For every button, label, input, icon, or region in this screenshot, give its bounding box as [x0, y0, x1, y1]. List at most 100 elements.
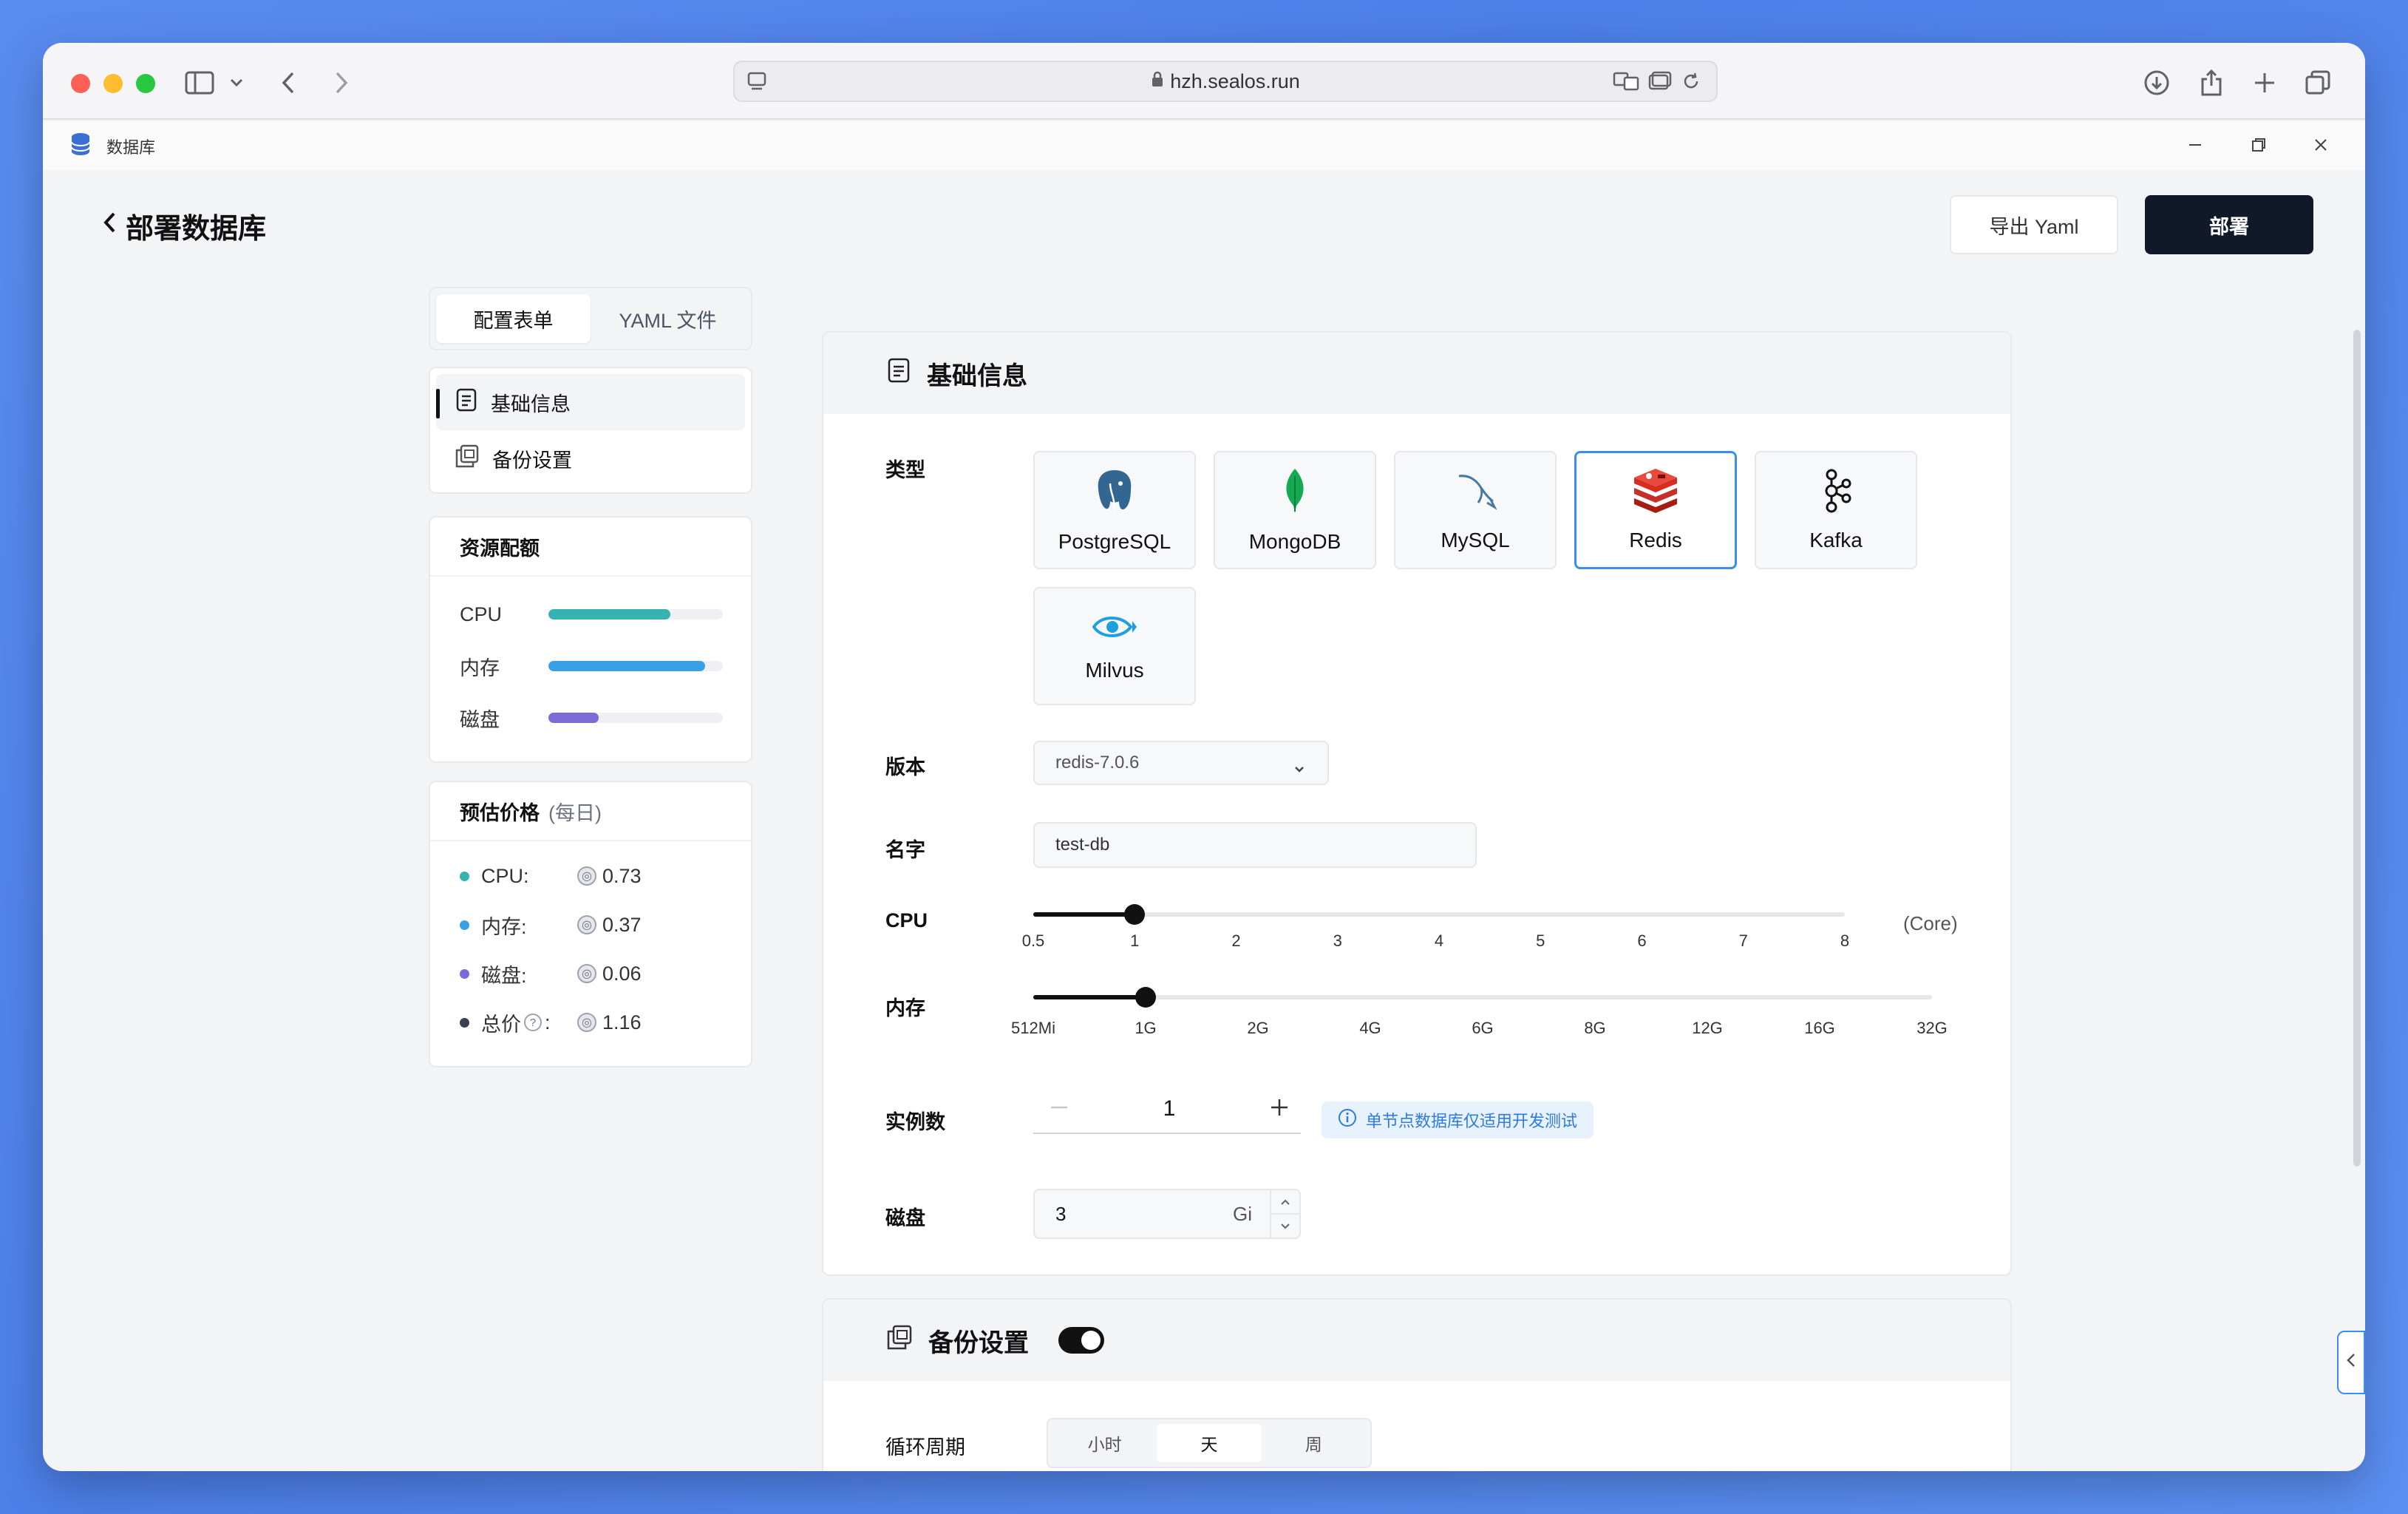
- browser-toolbar: hzh.sealos.run: [43, 43, 2365, 120]
- cpu-slider-track[interactable]: [1033, 912, 1845, 917]
- maximize-window-button[interactable]: [136, 74, 155, 93]
- minimize-app-icon[interactable]: [2186, 136, 2204, 157]
- restore-app-icon[interactable]: [2250, 136, 2268, 157]
- memory-slider-track[interactable]: [1033, 995, 1932, 999]
- info-icon: [1338, 1108, 1357, 1132]
- deploy-button[interactable]: 部署: [2145, 195, 2313, 254]
- memory-label: 内存: [885, 997, 925, 1019]
- section-title: 备份设置: [928, 1328, 1029, 1357]
- cycle-segmented-control: 小时 天 周: [1047, 1418, 1372, 1468]
- cpu-slider-tick-label: 5: [1536, 931, 1545, 950]
- legend-dot: [460, 871, 469, 881]
- cpu-slider-fill: [1033, 912, 1135, 917]
- tab-overview-icon[interactable]: [2303, 64, 2333, 102]
- price-label-total: 总价 ? :: [481, 1008, 577, 1037]
- address-bar[interactable]: hzh.sealos.run: [733, 61, 1718, 102]
- minimize-window-button[interactable]: [103, 74, 123, 93]
- disk-unit: Gi: [1233, 1202, 1252, 1225]
- cycle-option-hour[interactable]: 小时: [1052, 1424, 1157, 1462]
- form-mode-tabs: 配置表单 YAML 文件: [429, 287, 752, 350]
- backup-icon: [455, 444, 479, 473]
- share-icon[interactable]: [2197, 64, 2226, 102]
- price-row-cpu: CPU: ◎ 0.73: [430, 852, 751, 900]
- browser-window: hzh.sealos.run 数据库 部署数据库 导出 Yaml 部署 配置表单…: [43, 43, 2365, 1471]
- new-tab-icon[interactable]: [2250, 64, 2279, 102]
- cycle-option-week[interactable]: 周: [1262, 1424, 1366, 1462]
- lock-icon: [1151, 70, 1164, 93]
- db-type-name: MongoDB: [1248, 529, 1341, 553]
- memory-slider-tick-label: 2G: [1247, 1019, 1269, 1037]
- memory-slider-fill: [1033, 995, 1146, 999]
- price-label: CPU:: [481, 864, 529, 887]
- downloads-icon[interactable]: [2142, 64, 2171, 102]
- disk-value[interactable]: 3: [1035, 1203, 1233, 1226]
- decrement-arrow-icon[interactable]: [1271, 1215, 1299, 1238]
- memory-slider-tick-label: 8G: [1584, 1019, 1606, 1037]
- translate-icon[interactable]: [1613, 71, 1639, 97]
- memory-slider-thumb[interactable]: [1135, 987, 1156, 1008]
- db-type-postgresql[interactable]: PostgreSQL: [1033, 451, 1196, 569]
- legend-dot: [460, 968, 469, 979]
- db-type-mysql[interactable]: MySQL: [1394, 451, 1557, 569]
- side-panel-toggle[interactable]: [2337, 1331, 2365, 1394]
- resource-bar-fill: [548, 713, 599, 723]
- disk-label: 磁盘: [885, 1207, 925, 1229]
- increment-arrow-icon[interactable]: [1271, 1190, 1299, 1215]
- name-input[interactable]: test-db: [1033, 822, 1477, 868]
- close-app-icon[interactable]: [2312, 136, 2330, 157]
- nav-item-backup[interactable]: 备份设置: [436, 430, 745, 486]
- cpu-slider-tick-label: 2: [1231, 931, 1241, 950]
- close-window-button[interactable]: [71, 74, 90, 93]
- resource-label: 内存: [460, 656, 500, 679]
- back-button[interactable]: 部署数据库: [102, 206, 266, 246]
- chevron-down-icon[interactable]: [228, 64, 245, 102]
- cpu-slider-tick-label: 8: [1840, 931, 1850, 950]
- version-select[interactable]: redis-7.0.6: [1033, 741, 1329, 785]
- price-row-total: 总价 ? : ◎ 1.16: [430, 998, 751, 1047]
- price-label: 总价: [481, 1013, 521, 1036]
- back-icon[interactable]: [273, 64, 303, 102]
- cpu-slider-tick-label: 4: [1434, 931, 1444, 950]
- memory-slider-tick-label: 512Mi: [1011, 1019, 1055, 1037]
- name-label: 名字: [885, 839, 925, 861]
- note-text: 单节点数据库仅适用开发测试: [1366, 1112, 1578, 1130]
- export-yaml-button[interactable]: 导出 Yaml: [1950, 195, 2118, 254]
- milvus-eye-icon: [1091, 611, 1138, 648]
- cpu-slider-thumb[interactable]: [1124, 904, 1146, 925]
- price-label: 磁盘:: [481, 964, 527, 987]
- disk-input[interactable]: 3 Gi: [1033, 1189, 1301, 1239]
- tab-config-form[interactable]: 配置表单: [436, 294, 591, 343]
- minus-icon[interactable]: [1048, 1096, 1070, 1122]
- basic-info-header: 基础信息: [823, 333, 2010, 414]
- memory-slider-tick-label: 32G: [1916, 1019, 1948, 1037]
- db-type-kafka[interactable]: Kafka: [1755, 451, 1917, 569]
- price-title: 预估价格: [460, 801, 540, 824]
- reload-icon[interactable]: [1681, 71, 1701, 97]
- replicas-value[interactable]: 1: [1163, 1096, 1176, 1121]
- price-estimate-header: 预估价格 (每日): [430, 782, 751, 841]
- price-subtitle: (每日): [548, 801, 602, 824]
- help-icon[interactable]: ?: [524, 1014, 542, 1031]
- page-title: 部署数据库: [126, 214, 267, 245]
- tab-yaml-file[interactable]: YAML 文件: [591, 294, 745, 343]
- replicas-stepper: 1: [1033, 1085, 1301, 1134]
- sidebar-toggle-icon[interactable]: [183, 64, 216, 102]
- db-type-mongodb[interactable]: MongoDB: [1214, 451, 1376, 569]
- cycle-option-day[interactable]: 天: [1157, 1424, 1262, 1462]
- db-type-redis[interactable]: Redis: [1574, 451, 1737, 569]
- tabs-overview-icon[interactable]: [1648, 71, 1672, 97]
- page-menu-icon[interactable]: [746, 71, 767, 97]
- backup-toggle[interactable]: [1058, 1327, 1104, 1354]
- db-type-name: Milvus: [1085, 658, 1144, 682]
- db-type-milvus[interactable]: Milvus: [1033, 587, 1196, 705]
- scrollbar[interactable]: [2353, 330, 2361, 1167]
- price-label: 内存:: [481, 915, 527, 938]
- cpu-unit: (Core): [1903, 912, 1958, 934]
- chevron-left-icon: [102, 210, 117, 242]
- forward-icon[interactable]: [327, 64, 356, 102]
- resource-row-disk: 磁盘: [430, 692, 751, 744]
- kafka-icon: [1820, 469, 1852, 518]
- plus-icon[interactable]: [1268, 1096, 1290, 1122]
- nav-item-basic-info[interactable]: 基础信息: [436, 374, 745, 430]
- price-value: 0.06: [602, 962, 642, 985]
